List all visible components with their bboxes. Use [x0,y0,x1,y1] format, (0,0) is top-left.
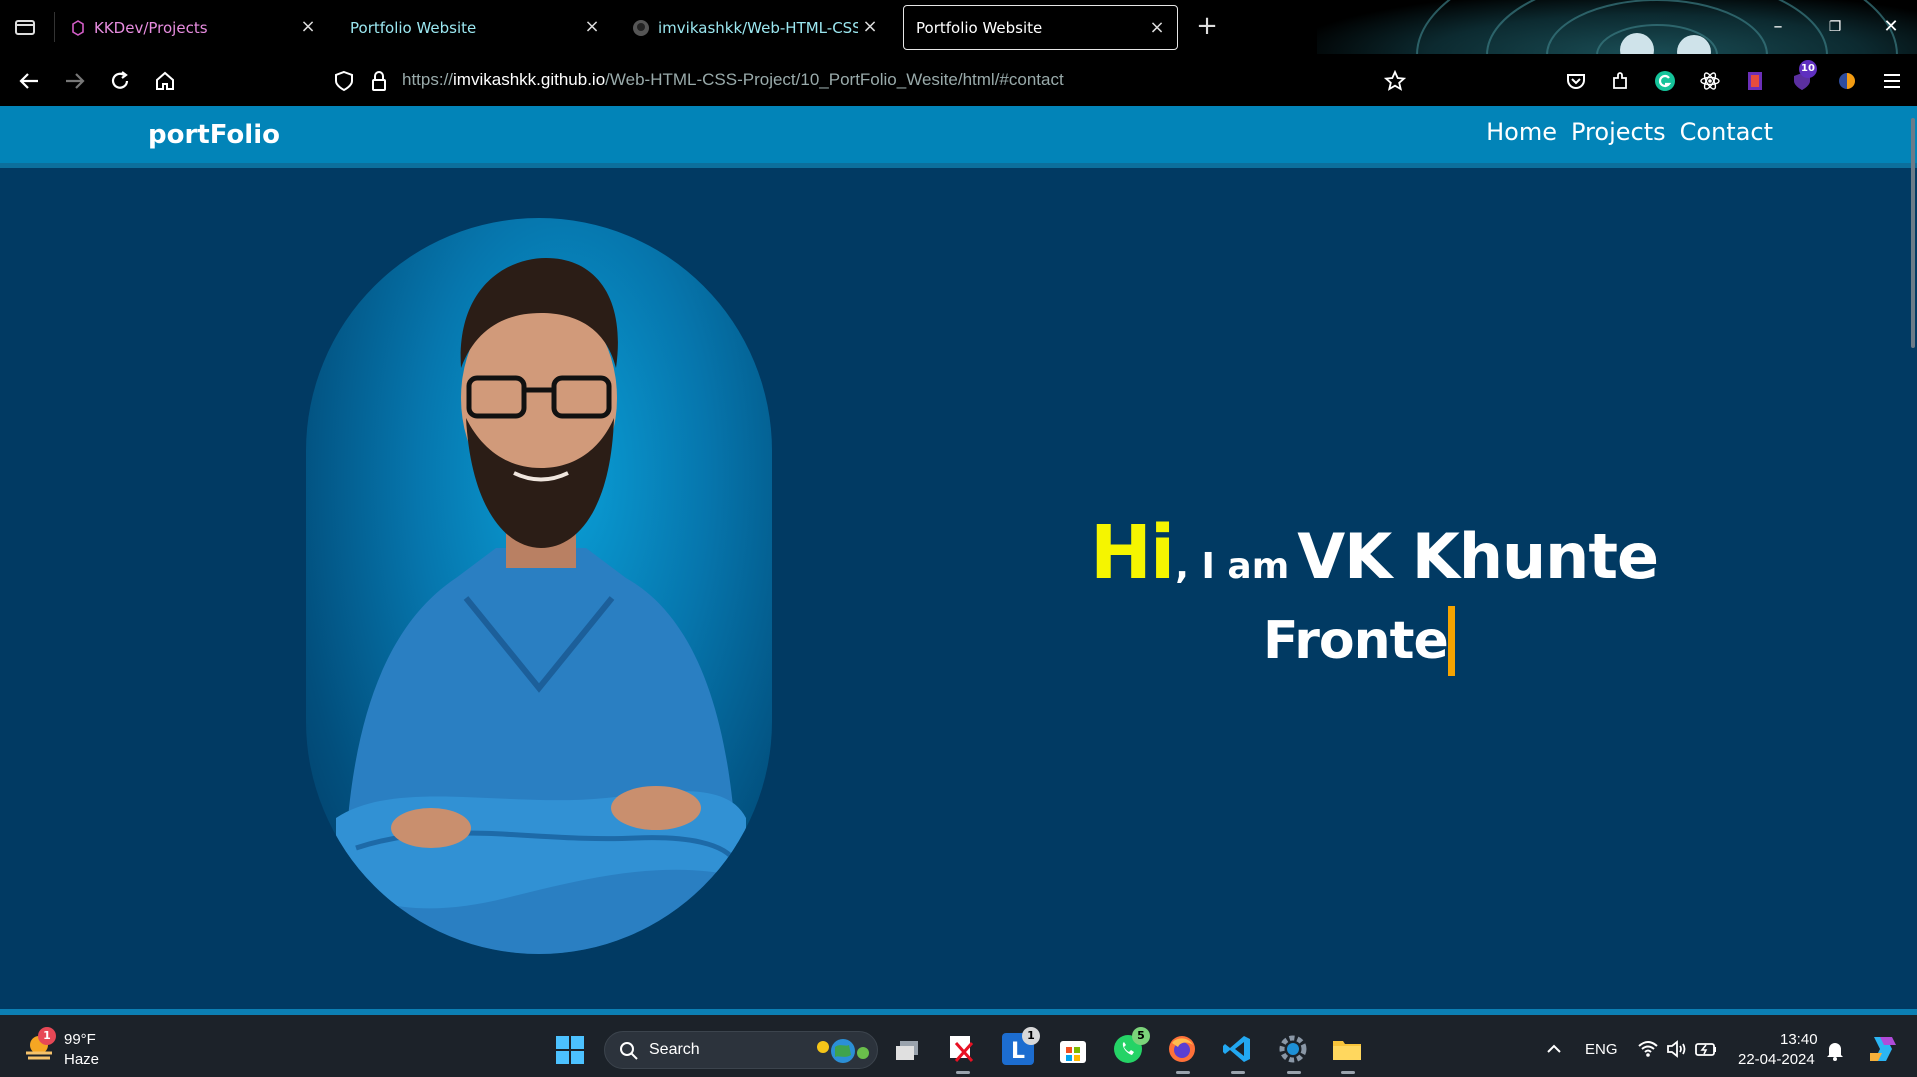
hero-name: VK Khunte [1297,520,1659,593]
tab-github-repo[interactable]: imvikashkk/Web-HTML-CSS-Pr × [620,5,890,50]
new-tab-button[interactable]: + [1192,12,1222,42]
svg-text:L: L [1011,1039,1025,1064]
weather-alert-badge: 1 [38,1027,56,1045]
hero-profile-photo [306,218,772,954]
tab-list-icon [15,20,35,35]
snipping-tool-icon[interactable] [946,1033,978,1065]
settings-gear-icon[interactable] [1277,1033,1309,1065]
bookmark-star-icon[interactable] [1380,66,1410,96]
browser-tab-strip: KKDev/Projects × Portfolio Website × imv… [0,0,1917,106]
clock-date[interactable]: 22-04-2024 [1738,1051,1815,1068]
running-indicator [956,1071,970,1074]
site-nav: Home Projects Contact [1486,118,1773,146]
minimize-icon[interactable]: – [1765,14,1791,40]
running-indicator [1341,1071,1355,1074]
close-tab-icon[interactable]: × [860,17,880,37]
search-label: Search [649,1041,700,1058]
file-explorer-icon[interactable] [1331,1033,1363,1065]
nav-link-contact[interactable]: Contact [1680,118,1773,146]
close-tab-icon[interactable]: × [298,17,318,37]
grammarly-icon[interactable] [1650,66,1680,96]
tab-title: Portfolio Website [350,18,477,37]
volume-icon[interactable] [1665,1037,1689,1061]
forward-icon[interactable] [60,66,90,96]
address-bar[interactable]: https://imvikashkk.github.io/Web-HTML-CS… [402,62,1362,98]
close-tab-icon[interactable]: × [582,17,602,37]
taskbar-search[interactable]: Search [604,1031,878,1069]
weather-temp: 99°F [64,1031,96,1048]
url-host: imvikashkk.github.io [453,70,606,89]
running-indicator [1231,1071,1245,1074]
hero-greeting: Hi , I am VK Khunte [1090,510,1659,596]
tracking-protection-shield-icon[interactable] [329,66,359,96]
clock-time[interactable]: 13:40 [1780,1031,1818,1048]
github-icon [632,19,650,37]
tab-title: imvikashkk/Web-HTML-CSS-Pr [658,18,858,37]
tab-separator [54,12,55,42]
battery-charging-icon[interactable] [1694,1037,1718,1061]
profile-extension-icon[interactable] [1832,66,1862,96]
copilot-icon[interactable] [1866,1033,1898,1065]
tab-portfolio-website-active[interactable]: Portfolio Website × [903,5,1178,50]
hero-hi: Hi [1090,510,1175,596]
lock-icon[interactable] [364,66,394,96]
weather-widget[interactable]: 1 99°F Haze [20,1025,140,1069]
firefox-icon[interactable] [1166,1033,1198,1065]
tab-title: KKDev/Projects [94,18,208,37]
windows-logo-icon [556,1036,584,1064]
weather-desc: Haze [64,1051,100,1068]
pocket-icon[interactable] [1561,66,1591,96]
hero-typed-role: Fronte [1263,606,1455,676]
running-indicator [1287,1071,1301,1074]
person-illustration [336,258,746,954]
nav-link-projects[interactable]: Projects [1571,118,1666,146]
close-window-icon[interactable]: ✕ [1878,14,1904,40]
whatsapp-icon[interactable]: 5 [1112,1027,1150,1065]
search-icon [620,1042,638,1060]
notification-bell-icon[interactable] [1823,1038,1847,1062]
vscode-icon[interactable] [1221,1033,1253,1065]
wifi-icon[interactable] [1636,1037,1660,1061]
task-view-icon[interactable] [892,1035,924,1067]
restore-icon[interactable]: ❐ [1822,14,1848,40]
hero-i-am: , I am [1175,546,1290,587]
tab-title: Portfolio Website [916,18,1043,37]
page-scrollbar[interactable] [1911,118,1915,348]
tab-favicon-icon [70,19,86,36]
tab-list-button[interactable] [10,12,40,42]
input-language[interactable]: ENG [1585,1041,1618,1058]
url-path: /Web-HTML-CSS-Project/10_PortFolio_Wesit… [605,70,1064,89]
microsoft-store-icon[interactable] [1057,1033,1089,1065]
tab-portfolio-website-1[interactable]: Portfolio Website × [338,5,612,50]
start-button[interactable] [555,1035,585,1065]
back-icon[interactable] [14,66,44,96]
search-highlight-earth-icon [817,1039,869,1063]
reload-icon[interactable] [105,66,135,96]
close-tab-icon[interactable]: × [1147,18,1167,38]
running-indicator [1176,1071,1190,1074]
home-icon[interactable] [150,66,180,96]
typed-text: Fronte [1263,611,1449,671]
color-picker-extension-icon[interactable] [1740,66,1770,96]
nav-link-home[interactable]: Home [1486,118,1557,146]
react-devtools-icon[interactable] [1695,66,1725,96]
tab-kkdev-projects[interactable]: KKDev/Projects × [58,5,328,50]
extensions-puzzle-icon[interactable] [1606,66,1636,96]
typing-caret [1447,606,1455,676]
site-logo[interactable]: portFolio [148,120,280,150]
extension-count-badge: 10 [1799,60,1817,78]
lively-badge: 1 [1022,1027,1040,1045]
show-hidden-icons-chevron-up-icon[interactable] [1542,1037,1566,1061]
whatsapp-badge: 5 [1132,1027,1150,1045]
url-scheme: https:// [402,70,454,89]
lively-wallpaper-icon[interactable]: L 1 [1002,1027,1040,1065]
menu-hamburger-icon[interactable] [1877,66,1907,96]
ublock-extension-icon[interactable]: 10 [1787,60,1817,96]
url-text: https://imvikashkk.github.io/Web-HTML-CS… [402,70,1064,90]
site-header: portFolio Home Projects Contact [0,106,1917,168]
